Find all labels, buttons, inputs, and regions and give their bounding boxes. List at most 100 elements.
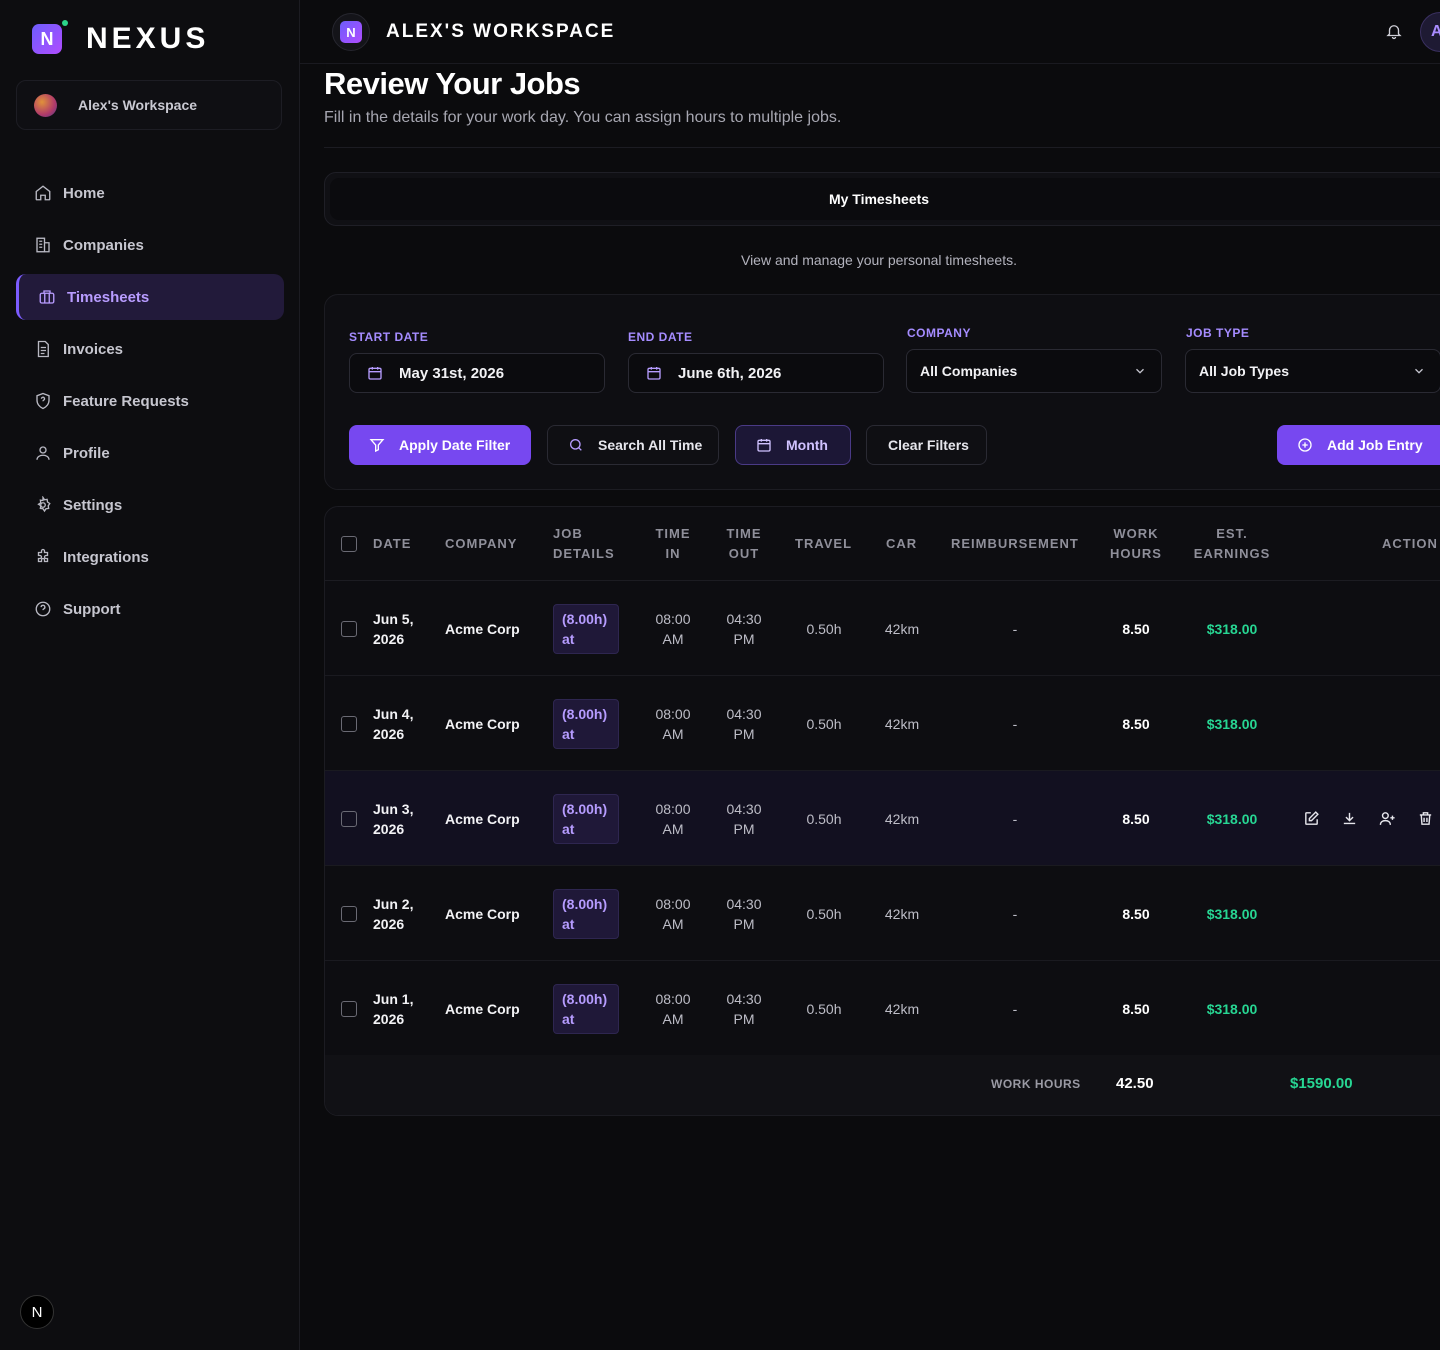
header-time-in[interactable]: TIME IN (643, 507, 703, 581)
table-row[interactable]: Jun 1, 2026 Acme Corp (8.00h) at 08:00 AM 0… (325, 961, 1440, 1056)
workspace-logo[interactable]: N (332, 13, 370, 51)
time-in-period: AM (662, 915, 684, 932)
brand-name: NEXUS (86, 22, 210, 55)
footer-total-earnings: $1590.00 (1290, 1075, 1353, 1092)
end-date-label: END DATE (628, 330, 693, 344)
header-work-hours-line1: WORK (1113, 526, 1159, 541)
sidebar-item-invoices[interactable]: Invoices (16, 326, 284, 372)
row-job-details[interactable]: (8.00h) at (553, 581, 619, 676)
row-checkbox[interactable] (341, 810, 357, 827)
filter-icon (369, 437, 385, 453)
company-select[interactable]: All Companies (906, 349, 1162, 393)
apply-date-filter-label: Apply Date Filter (399, 437, 511, 453)
apply-date-filter-button[interactable]: Apply Date Filter (349, 425, 531, 465)
select-all-checkbox[interactable] (341, 536, 357, 552)
job-details-pill[interactable]: (8.00h) at (553, 603, 619, 654)
time-in-period: AM (662, 1010, 684, 1027)
clear-filters-button[interactable]: Clear Filters (866, 425, 987, 465)
header-reimbursement[interactable]: REIMBURSEMENT (951, 507, 1079, 581)
row-job-details[interactable]: (8.00h) at (553, 961, 619, 1056)
row-work-hours: 8.50 (1122, 620, 1150, 637)
workspace-avatar (34, 93, 57, 117)
job-type-select[interactable]: All Job Types (1185, 349, 1440, 393)
header-job-details[interactable]: JOB DETAILS (553, 507, 623, 581)
row-date: Jun 5, 2026 (373, 581, 413, 676)
row-checkbox[interactable] (341, 905, 357, 922)
row-travel: 0.50h (806, 810, 842, 827)
download-icon[interactable] (1341, 810, 1359, 828)
row-time-out: 04:30 PM (714, 961, 774, 1056)
header-car[interactable]: CAR (886, 507, 917, 581)
row-time-out: 04:30 PM (714, 581, 774, 676)
footer-work-hours-label: WORK HOURS (991, 1077, 1081, 1091)
header-time-out[interactable]: TIME OUT (714, 507, 774, 581)
header-travel[interactable]: TRAVEL (795, 507, 852, 581)
row-job-details[interactable]: (8.00h) at (553, 866, 619, 961)
table-row[interactable]: Jun 2, 2026 Acme Corp (8.00h) at 08:00 AM 0… (325, 866, 1440, 961)
header-company[interactable]: COMPANY (445, 507, 517, 581)
job-details-pill[interactable]: (8.00h) at (553, 698, 619, 749)
row-checkbox[interactable] (341, 1000, 357, 1017)
job-details-pill[interactable]: (8.00h) at (553, 793, 619, 844)
sidebar-item-label: Settings (63, 496, 123, 514)
row-date-line1: Jun 3, (373, 800, 414, 817)
table-row[interactable]: Jun 4, 2026 Acme Corp (8.00h) at 08:00 AM 0… (325, 676, 1440, 771)
start-date-value: May 31st, 2026 (399, 364, 505, 382)
row-checkbox[interactable] (341, 620, 357, 637)
row-work-hours: 8.50 (1122, 715, 1150, 732)
row-job-details[interactable]: (8.00h) at (553, 676, 619, 771)
job-details-pill[interactable]: (8.00h) at (553, 888, 619, 939)
row-date-line1: Jun 4, (373, 705, 414, 722)
table-row[interactable]: Jun 3, 2026 Acme Corp (8.00h) at 08:00 AM 0… (325, 771, 1440, 866)
briefcase-icon (37, 287, 57, 307)
month-label: Month (786, 437, 828, 453)
time-out-period: PM (733, 725, 755, 742)
sidebar-item-profile[interactable]: Profile (16, 430, 284, 476)
sidebar-item-support[interactable]: Support (16, 586, 284, 632)
row-time-in: 08:00 AM (643, 771, 703, 866)
sidebar-item-feature-requests[interactable]: Feature Requests (16, 378, 284, 424)
search-all-time-button[interactable]: Search All Time (547, 425, 719, 465)
job-hours: (8.00h) (562, 705, 608, 722)
trash-icon[interactable] (1417, 810, 1435, 828)
brand-logo[interactable]: N NEXUS (32, 20, 210, 56)
row-actions (1303, 771, 1440, 866)
job-details-pill[interactable]: (8.00h) at (553, 983, 619, 1034)
topbar: N ALEX'S WORKSPACE A (300, 0, 1440, 64)
user-avatar[interactable]: A (1420, 12, 1440, 52)
row-car: 42km (884, 1000, 920, 1017)
row-est-earnings: $318.00 (1206, 810, 1258, 827)
sidebar-item-integrations[interactable]: Integrations (16, 534, 284, 580)
sidebar-item-companies[interactable]: Companies (16, 222, 284, 268)
add-job-entry-button[interactable]: Add Job Entry (1277, 425, 1440, 465)
row-checkbox[interactable] (341, 715, 357, 732)
header-date[interactable]: DATE (373, 507, 411, 581)
row-travel: 0.50h (806, 905, 842, 922)
start-date-input[interactable]: May 31st, 2026 (349, 353, 605, 393)
tab-description: View and manage your personal timesheets… (740, 252, 1017, 268)
bell-icon[interactable] (1385, 22, 1405, 42)
sidebar-item-settings[interactable]: Settings (16, 482, 284, 528)
footer-n-badge[interactable]: N (20, 1295, 54, 1329)
sidebar-item-home[interactable]: Home (16, 170, 284, 216)
month-button[interactable]: Month (735, 425, 851, 465)
header-work-hours[interactable]: WORK HOURS (1101, 507, 1171, 581)
row-job-details[interactable]: (8.00h) at (553, 771, 619, 866)
row-car: 42km (884, 905, 920, 922)
edit-icon[interactable] (1303, 810, 1321, 828)
assign-user-icon[interactable] (1379, 810, 1397, 828)
table-row[interactable]: Jun 5, 2026 Acme Corp (8.00h) at 08:00 AM 0… (325, 581, 1440, 676)
workspace-switcher[interactable]: Alex's Workspace (16, 80, 282, 130)
tab-my-timesheets[interactable]: My Timesheets (330, 178, 1440, 220)
select-all-checkbox-cell (341, 507, 361, 581)
job-type-select-value: All Job Types (1199, 363, 1289, 379)
sidebar-item-timesheets[interactable]: Timesheets (16, 274, 284, 320)
plus-circle-icon (1297, 437, 1313, 453)
end-date-input[interactable]: June 6th, 2026 (628, 353, 884, 393)
shield-question-icon (33, 391, 53, 411)
header-est-earnings[interactable]: EST. EARNINGS (1187, 507, 1277, 581)
table-footer: WORK HOURS 42.50 $1590.00 (325, 1055, 1440, 1115)
sidebar-item-label: Companies (63, 236, 144, 254)
row-date-line1: Jun 5, (373, 610, 414, 627)
row-est-earnings: $318.00 (1206, 1000, 1258, 1017)
